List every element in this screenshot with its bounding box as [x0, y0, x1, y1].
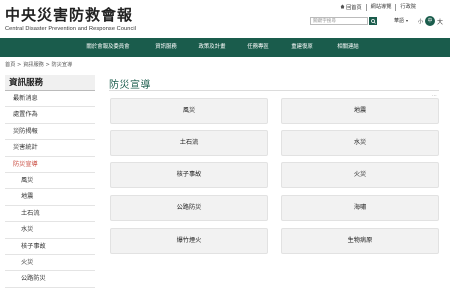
tile-tsunami[interactable]: 海嘯 [281, 195, 439, 221]
sidebar-item-statistics[interactable]: 災害統計 [5, 140, 95, 157]
breadcrumb-separator: > [45, 62, 50, 68]
nav-item-policy[interactable]: 政策及計畫 [199, 38, 226, 57]
tile-nuclear[interactable]: 核子事故 [110, 162, 268, 188]
nav-item-missions[interactable]: 任務專區 [247, 38, 269, 57]
logo-title: 中央災害防救會報 [5, 6, 134, 24]
sidebar-item-prevention-promotion[interactable]: 防災宣導 [5, 157, 95, 173]
breadcrumb-info-services[interactable]: 資訊服務 [23, 62, 44, 68]
tile-fire[interactable]: 火災 [281, 162, 439, 188]
search-input[interactable]: 關鍵字搜尋 [310, 17, 368, 25]
font-small-button[interactable]: 小 [418, 18, 423, 25]
tile-firecrackers[interactable]: 爆竹煙火 [110, 228, 268, 254]
tile-debris-flow[interactable]: 土石流 [110, 130, 268, 156]
site-header: 中央災害防救會報 Central Disaster Prevention and… [0, 0, 450, 38]
site-logo[interactable]: 中央災害防救會報 Central Disaster Prevention and… [5, 6, 137, 33]
breadcrumb: 首頁 > 資訊服務 > 防災宣導 [5, 61, 72, 68]
sidebar-heading: 資訊服務 [5, 75, 95, 91]
font-medium-button[interactable]: 中 [425, 16, 436, 26]
main-nav: 關於會報及委員會 資訊服務 政策及計畫 任務專區 重建復原 相關連結 [0, 38, 450, 57]
nav-item-reconstruction[interactable]: 重建復原 [291, 38, 313, 57]
tile-flood[interactable]: 水災 [281, 130, 439, 156]
executive-yuan-link[interactable]: 行政院 [395, 4, 420, 11]
sidebar-subitem-debris-flow[interactable]: 土石流 [5, 206, 95, 223]
nav-item-about[interactable]: 關於會報及委員會 [86, 38, 129, 57]
title-divider [109, 90, 439, 91]
nav-item-info-services[interactable]: 資訊服務 [155, 38, 177, 57]
tile-biological[interactable]: 生物病原 [281, 228, 439, 254]
utility-links: 回首頁 網站導覽 行政院 [336, 4, 420, 11]
sidebar-item-news[interactable]: 最新消息 [5, 91, 95, 108]
tile-highway[interactable]: 公路防災 [110, 195, 268, 221]
sidebar-subitem-earthquake[interactable]: 地震 [5, 189, 95, 206]
tile-earthquake[interactable]: 地震 [281, 98, 439, 124]
sidebar-subitem-nuclear[interactable]: 核子事故 [5, 239, 95, 255]
sitemap-link[interactable]: 網站導覽 [365, 4, 396, 11]
breadcrumb-current[interactable]: 防災宣導 [52, 62, 73, 68]
language-select[interactable]: 華語 ▾ [394, 17, 408, 24]
sidebar-item-actions[interactable]: 處置作為 [5, 107, 95, 124]
tile-typhoon[interactable]: 風災 [110, 98, 268, 124]
home-icon [340, 4, 345, 9]
nav-item-links[interactable]: 相關連結 [337, 38, 359, 57]
home-link[interactable]: 回首頁 [336, 4, 366, 11]
font-large-button[interactable]: 大 [437, 17, 443, 26]
search-button[interactable] [369, 17, 377, 25]
language-label: 華語 [394, 18, 405, 24]
breadcrumb-home[interactable]: 首頁 [5, 62, 15, 68]
sidebar-subitem-fire[interactable]: 火災 [5, 255, 95, 272]
home-link-label: 回首頁 [346, 5, 362, 11]
font-size-controls: 小 中 大 [418, 16, 443, 26]
sidebar-subitem-flood[interactable]: 水災 [5, 222, 95, 239]
breadcrumb-separator: > [17, 62, 22, 68]
sidebar: 資訊服務 最新消息 處置作為 災防揭報 災害統計 防災宣導 風災 地震 土石流 … [5, 75, 95, 288]
page-title: 防災宣導 [109, 80, 151, 91]
logo-subtitle: Central Disaster Prevention and Response… [5, 26, 137, 32]
search-icon [370, 18, 376, 24]
search-placeholder: 關鍵字搜尋 [313, 18, 336, 23]
chevron-down-icon: ▾ [406, 18, 409, 23]
sidebar-item-reports[interactable]: 災防揭報 [5, 124, 95, 141]
sidebar-subitem-typhoon[interactable]: 風災 [5, 173, 95, 190]
sidebar-subitem-highway[interactable]: 公路防災 [5, 271, 95, 288]
